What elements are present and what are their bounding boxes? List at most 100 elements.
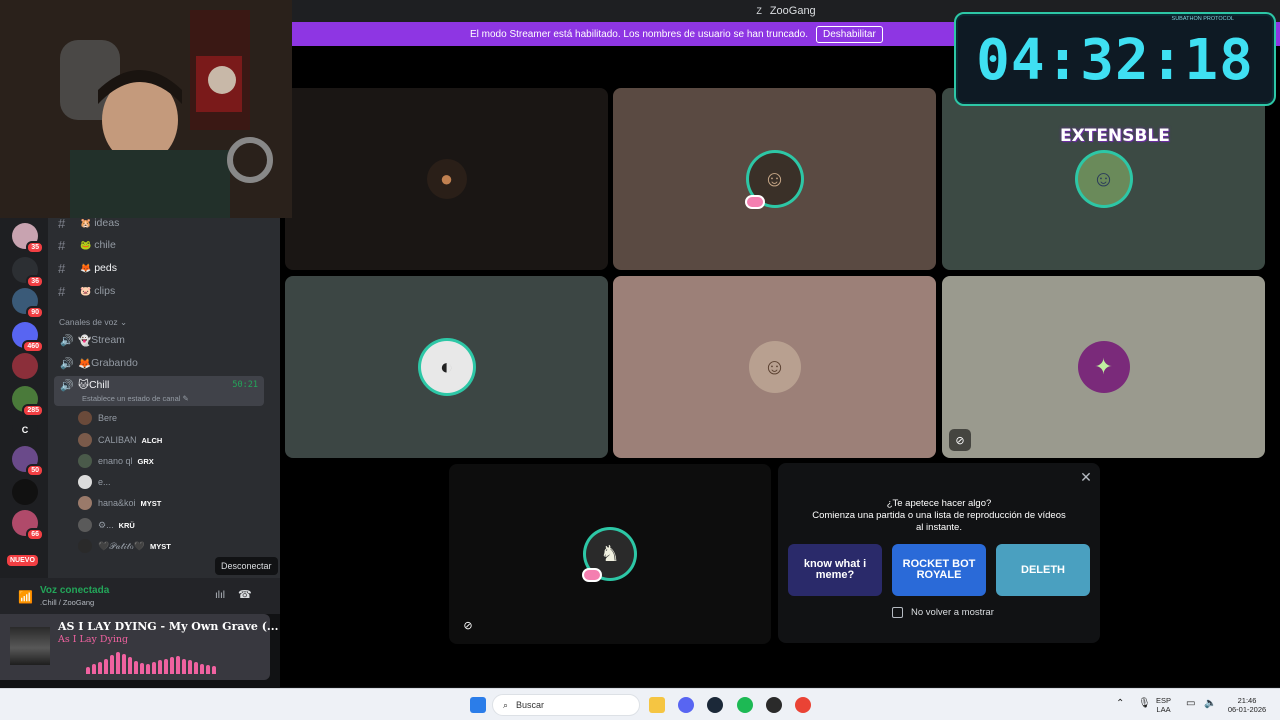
discord-icon[interactable] bbox=[678, 697, 694, 713]
voice-member[interactable]: 🖤𝒫𝒶𝓉𝒾𝓉ℴ🖤 MYST bbox=[78, 536, 171, 556]
microphone-icon[interactable]: 🎙 bbox=[1138, 699, 1151, 709]
pencil-icon: ✎ bbox=[182, 394, 189, 403]
server-icon[interactable] bbox=[12, 479, 38, 505]
mention-count-badge: 50 bbox=[26, 464, 44, 477]
windows-start-icon[interactable] bbox=[470, 697, 486, 713]
game-card[interactable]: know what i meme? bbox=[788, 544, 882, 596]
visualizer-bar bbox=[134, 661, 138, 674]
camera-off-icon[interactable]: ⊘ bbox=[949, 429, 971, 451]
member-name: hana&koi bbox=[98, 498, 136, 508]
avatar bbox=[78, 539, 92, 553]
channel-name: Chill bbox=[88, 379, 110, 391]
clock[interactable]: 21:46 06-01-2026 bbox=[1222, 696, 1272, 714]
noise-suppression-icon[interactable]: ılıl bbox=[215, 590, 225, 601]
file-explorer-icon[interactable] bbox=[649, 697, 665, 713]
dont-show-again-checkbox[interactable]: No volver a mostrar bbox=[892, 607, 994, 618]
badge-icon bbox=[582, 568, 602, 582]
artist-name: As I Lay Dying bbox=[58, 634, 129, 645]
voice-connected-label[interactable]: Voz conectada bbox=[40, 585, 109, 596]
steam-icon[interactable] bbox=[707, 697, 723, 713]
muted-mic-icon: ⊘ bbox=[463, 619, 473, 632]
activity-suggestion-card: ✕ ¿Te apetece hacer algo? Comienza una p… bbox=[778, 463, 1100, 643]
mention-count-badge: 36 bbox=[26, 275, 44, 288]
voice-member[interactable]: ⚙... KRÜ bbox=[78, 515, 135, 535]
new-badge: NUEVO bbox=[7, 555, 38, 566]
server-icon[interactable]: 36 bbox=[12, 257, 44, 288]
network-icon[interactable]: ▭ bbox=[1186, 699, 1195, 709]
voice-member[interactable]: e... bbox=[78, 472, 116, 492]
visualizer-bar bbox=[194, 662, 198, 674]
signal-icon[interactable]: 📶 bbox=[18, 590, 33, 604]
participant-tile[interactable]: ☺ bbox=[613, 276, 936, 458]
voice-channel[interactable]: 🔊 🦊 Grabando bbox=[54, 352, 264, 374]
visualizer-bar bbox=[140, 663, 144, 674]
extensible-logo: EXTENSBLE bbox=[1060, 126, 1170, 146]
text-channel[interactable]: # 🦊 peds bbox=[58, 258, 117, 278]
taskbar-search[interactable]: ⌕ Buscar bbox=[492, 694, 640, 716]
visualizer-bar bbox=[86, 667, 90, 674]
server-icon[interactable]: 35 bbox=[12, 223, 44, 254]
channel-status[interactable]: Establece un estado de canal ✎ bbox=[82, 394, 189, 403]
participant-tile[interactable]: ● bbox=[285, 88, 608, 270]
voice-member[interactable]: CALIBAN ALCH bbox=[78, 430, 162, 450]
participant-tile[interactable]: ☺ bbox=[613, 88, 936, 270]
avatar bbox=[78, 475, 92, 489]
mention-count-badge: 66 bbox=[26, 528, 44, 541]
window-title: ZooGang bbox=[769, 5, 816, 17]
chrome-icon[interactable] bbox=[795, 697, 811, 713]
avatar bbox=[78, 496, 92, 510]
text-channel[interactable]: # 🐷 clips bbox=[58, 281, 115, 301]
server-icon[interactable] bbox=[12, 353, 38, 379]
game-card[interactable]: DELETH bbox=[996, 544, 1090, 596]
spotify-icon[interactable] bbox=[737, 697, 753, 713]
server-icon[interactable]: 90 bbox=[12, 288, 44, 319]
member-name: enano ql bbox=[98, 456, 133, 466]
voice-member[interactable]: Bere bbox=[78, 408, 122, 428]
visualizer-bar bbox=[206, 665, 210, 674]
voice-channel-active[interactable]: 🔊 🐱 Chill 50:21 Establece un estado de can… bbox=[54, 376, 264, 406]
game-title: know what i meme? bbox=[803, 558, 867, 581]
disconnect-icon[interactable]: ☎ bbox=[238, 588, 254, 604]
participant-tile[interactable]: ☺ bbox=[942, 88, 1265, 270]
voice-member[interactable]: hana&koi MYST bbox=[78, 493, 161, 513]
voice-member[interactable]: enano ql GRX bbox=[78, 451, 154, 471]
server-icon[interactable]: 285 bbox=[12, 386, 44, 417]
avatar: ♞ bbox=[582, 530, 634, 582]
server-icon[interactable]: 460 bbox=[12, 322, 44, 353]
participant-tile[interactable]: ◐ bbox=[285, 276, 608, 458]
server-icon[interactable]: C bbox=[12, 417, 38, 443]
server-icon[interactable]: 50 bbox=[12, 446, 44, 477]
voice-connected-channel[interactable]: .Chill / ZooGang bbox=[40, 598, 94, 607]
subathon-label: SUBATHON PROTOCOL bbox=[1171, 16, 1234, 22]
participant-tile[interactable]: ♞ ⊘ bbox=[449, 464, 771, 644]
badge-icon bbox=[744, 195, 765, 209]
speaker-icon: 🔊 bbox=[60, 334, 74, 347]
channel-list: # 🐹 ideas # 🐸 chile # 🦊 peds # 🐷 clips Canales d… bbox=[48, 216, 280, 578]
hash-icon: # bbox=[58, 237, 66, 253]
close-icon[interactable]: ✕ bbox=[1078, 469, 1094, 485]
channel-name: clips bbox=[94, 285, 116, 297]
avatar: ✦ bbox=[1077, 341, 1130, 393]
channel-name: Stream bbox=[91, 334, 125, 346]
disable-streamer-mode-button[interactable]: Deshabilitar bbox=[815, 25, 883, 43]
activity-question: ¿Te apetece hacer algo? bbox=[886, 498, 992, 509]
mention-count-badge: 460 bbox=[22, 340, 44, 353]
volume-icon[interactable]: 🔈 bbox=[1204, 699, 1216, 709]
visualizer-bar bbox=[128, 657, 132, 674]
webcam-scene bbox=[0, 0, 292, 218]
server-list: 35 36 90 460 285 C 50 66 bbox=[0, 218, 48, 578]
game-card[interactable]: ROCKET BOT ROYALE bbox=[892, 544, 986, 596]
checkbox-icon[interactable] bbox=[892, 607, 903, 618]
now-playing-widget: AS I LAY DYING - My Own Grave (... As I … bbox=[0, 614, 278, 680]
app-icon[interactable] bbox=[766, 697, 782, 713]
voice-category-header[interactable]: Canales de voz ⌄ bbox=[59, 317, 127, 328]
tray-chevron-icon[interactable]: ⌃ bbox=[1116, 699, 1124, 709]
server-icon[interactable]: 66 bbox=[12, 510, 44, 541]
voice-channel[interactable]: 🔊 👻 Stream bbox=[54, 329, 264, 351]
server-icon: Z bbox=[756, 6, 762, 16]
participant-tile[interactable]: ✦ ⊘ bbox=[942, 276, 1265, 458]
guild-tag: MYST bbox=[150, 541, 171, 551]
text-channel[interactable]: # 🐸 chile bbox=[58, 235, 116, 255]
language-indicator[interactable]: ESP LAA bbox=[1156, 696, 1171, 714]
visualizer-bar bbox=[110, 655, 114, 674]
